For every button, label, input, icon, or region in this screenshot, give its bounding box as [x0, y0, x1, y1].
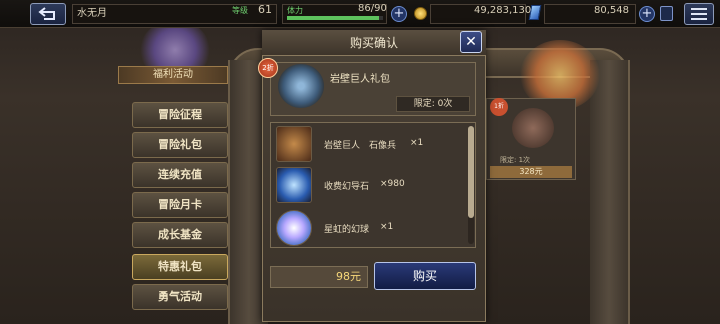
sidebar-item-courage-event[interactable]: 勇气活动 — [132, 284, 228, 310]
back-arrow-icon — [38, 7, 55, 20]
sidebar-item-adventure-pack[interactable]: 冒险礼包 — [132, 132, 228, 158]
menu-icon — [691, 8, 707, 10]
list-item: 星虹的幻球 ×1 — [276, 210, 466, 248]
pack-name: 岩壁巨人礼包 — [330, 74, 390, 85]
add-stamina-button[interactable]: + — [391, 6, 407, 22]
shop-card-limit: 限定: 1次 — [500, 156, 531, 164]
shop-card-price: 328元 — [490, 166, 572, 178]
gem-value: 80,548 — [594, 5, 629, 16]
sidebar-title: 福利活动 — [118, 66, 228, 84]
shop-card-discount-badge: 1折 — [490, 98, 508, 116]
item-quantity: ×980 — [380, 179, 405, 189]
sidebar-item-growth-fund[interactable]: 成长基金 — [132, 222, 228, 248]
pillar-right — [590, 60, 630, 324]
item-name: 岩壁巨人 石像兵 — [324, 141, 397, 151]
stamina-bar-fill — [287, 16, 379, 20]
orb-icon — [276, 210, 312, 246]
item-quantity: ×1 — [410, 138, 424, 148]
level-value: 61 — [258, 3, 272, 16]
sidebar-item-monthly-card[interactable]: 冒险月卡 — [132, 192, 228, 218]
discount-badge: 2折 — [258, 58, 278, 78]
purchase-limit: 限定: 0次 — [396, 96, 470, 112]
stamina-bar — [287, 16, 383, 20]
golem-unit-icon — [276, 126, 312, 162]
price-display: 98元 — [270, 266, 368, 288]
close-icon: ✕ — [465, 34, 477, 50]
add-gem-button[interactable]: + — [639, 6, 655, 22]
scrollbar-thumb[interactable] — [468, 126, 474, 218]
level-label: 等级 — [232, 6, 248, 15]
sidebar-item-special-pack[interactable]: 特惠礼包 — [132, 254, 228, 280]
back-button[interactable] — [30, 3, 66, 25]
list-item: 收费幻导石 ×980 — [276, 167, 466, 205]
chest-icon — [512, 108, 554, 148]
list-item: 岩壁巨人 石像兵 ×1 — [276, 126, 466, 164]
stamina-label: 体力 — [287, 6, 303, 15]
item-quantity: ×1 — [380, 222, 394, 232]
menu-button[interactable] — [684, 3, 714, 25]
sidebar-item-adventure-journey[interactable]: 冒险征程 — [132, 102, 228, 128]
close-button[interactable]: ✕ — [460, 31, 482, 53]
bag-icon[interactable] — [660, 6, 673, 21]
crystal-icon — [276, 167, 312, 203]
item-name: 星虹的幻球 — [324, 225, 370, 235]
item-name: 收费幻导石 — [324, 182, 370, 192]
gift-pack-icon — [278, 64, 324, 108]
gold-coin-icon — [414, 7, 427, 20]
gold-value: 49,283,130 — [474, 5, 532, 16]
dialog-title: 购买确认 — [262, 30, 486, 56]
buy-button[interactable]: 购买 — [374, 262, 476, 290]
stamina-value: 86/90 — [358, 3, 387, 14]
sidebar-item-continuous-recharge[interactable]: 连续充值 — [132, 162, 228, 188]
